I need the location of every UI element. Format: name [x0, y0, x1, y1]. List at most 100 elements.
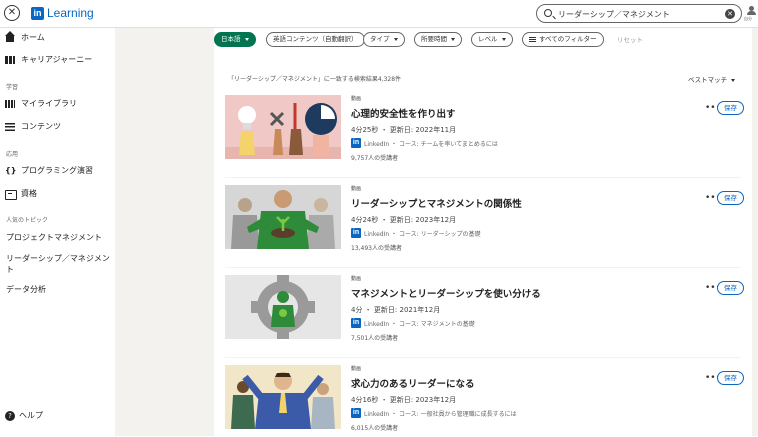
level-filter[interactable]: レベル — [471, 32, 513, 47]
search-box[interactable]: ✕ — [536, 4, 742, 23]
course-card[interactable]: 動画 マネジメントとリーダーシップを使い分ける 4分 ・ 更新日: 2021年1… — [225, 275, 744, 358]
learner-count: 9,757人の受講者 — [351, 155, 399, 162]
search-results: 「リーダーシップ／マネジメント」に一致する検索結果4,328件 ベストマッチ 動… — [214, 52, 752, 436]
level-filter-label: レベル — [478, 35, 498, 43]
course-title[interactable]: 心理的安全性を作り出す — [351, 106, 456, 120]
code-icon: {} — [5, 165, 17, 175]
save-button[interactable]: 保存 — [717, 191, 744, 205]
sort-label: ベストマッチ — [688, 76, 728, 84]
home-icon — [5, 30, 17, 43]
all-filters-label: すべてのフィルター — [539, 35, 597, 43]
auto-translated-filter[interactable]: 英語コンテンツ（自動翻訳） — [266, 32, 365, 47]
sidebar-item-career[interactable]: キャリアジャーニー — [5, 54, 92, 65]
course-provider: in LinkedIn ・ コース: 一般社員から管理職に成長するには — [351, 408, 517, 418]
chevron-down-icon — [244, 37, 249, 41]
left-gutter — [115, 28, 214, 436]
divider — [225, 177, 741, 178]
sidebar-item-label: ヘルプ — [19, 411, 43, 420]
chevron-down-icon — [731, 78, 736, 82]
sidebar-item-contents[interactable]: コンテンツ — [5, 121, 61, 132]
sidebar-section-practice: 応用 — [6, 151, 19, 158]
sidebar-section-topics: 人気のトピック — [6, 217, 49, 224]
filter-bar: 日本語 英語コンテンツ（自動翻訳） タイプ 所要時間 レベル すべてのフィルター… — [214, 28, 752, 52]
search-icon — [544, 9, 552, 17]
map-icon — [5, 55, 17, 65]
sidebar-item-label: プログラミング演習 — [21, 166, 93, 175]
sidebar-item-help[interactable]: ? ヘルプ — [5, 410, 43, 421]
filter-icon — [529, 36, 536, 42]
certificate-icon — [5, 189, 17, 200]
course-type: 動画 — [351, 276, 362, 282]
course-card[interactable]: 動画 心理的安全性を作り出す 4分25秒 ・ 更新日: 2022年11月 in … — [225, 95, 744, 178]
sidebar-item-coding-practice[interactable]: {} プログラミング演習 — [5, 165, 93, 176]
course-card[interactable]: 動画 求心力のあるリーダーになる 4分16秒 ・ 更新日: 2023年12月 i… — [225, 365, 744, 437]
course-type: 動画 — [351, 186, 362, 192]
course-title[interactable]: 求心力のあるリーダーになる — [351, 376, 475, 390]
course-thumbnail[interactable] — [225, 275, 341, 339]
linkedin-icon: in — [351, 228, 361, 238]
results-summary: 「リーダーシップ／マネジメント」に一致する検索結果4,328件 — [228, 76, 402, 83]
provider-text: LinkedIn ・ コース: チームを率いてまとめるには — [364, 140, 498, 148]
divider — [225, 267, 741, 268]
provider-text: LinkedIn ・ コース: 一般社員から管理職に成長するには — [364, 410, 517, 418]
sidebar-item-label: マイライブラリ — [21, 99, 77, 108]
sidebar-item-certificates[interactable]: 資格 — [5, 188, 37, 200]
course-title[interactable]: マネジメントとリーダーシップを使い分ける — [351, 286, 541, 300]
divider — [225, 357, 741, 358]
sort-dropdown[interactable]: ベストマッチ — [688, 74, 736, 84]
auto-translated-filter-label: 英語コンテンツ（自動翻訳） — [273, 35, 358, 43]
duration-filter-label: 所要時間 — [421, 35, 447, 43]
reset-button[interactable]: リセット — [617, 34, 643, 44]
sidebar-topic-data-analysis[interactable]: データ分析 — [6, 284, 46, 295]
search-input[interactable] — [558, 7, 718, 21]
all-filters-button[interactable]: すべてのフィルター — [522, 32, 604, 47]
sidebar-item-label: コンテンツ — [21, 122, 61, 131]
sidebar-item-home[interactable]: ホーム — [5, 30, 45, 43]
duration-filter[interactable]: 所要時間 — [414, 32, 462, 47]
course-provider: in LinkedIn ・ コース: マネジメントの基礎 — [351, 318, 475, 328]
course-provider: in LinkedIn ・ コース: チームを率いてまとめるには — [351, 138, 498, 148]
learner-count: 13,493人の受講者 — [351, 245, 402, 252]
course-type: 動画 — [351, 96, 362, 102]
course-card[interactable]: 動画 リーダーシップとマネジメントの関係性 4分24秒 ・ 更新日: 2023年… — [225, 185, 744, 268]
clear-search-icon[interactable]: ✕ — [725, 9, 735, 19]
course-thumbnail[interactable] — [225, 95, 341, 159]
logo-mark: in — [31, 6, 44, 20]
sidebar-item-label: ホーム — [21, 33, 45, 42]
course-meta: 4分 ・ 更新日: 2021年12月 — [351, 306, 441, 314]
sidebar-topic-leadership[interactable]: リーダーシップ／マネジメント — [6, 253, 111, 275]
logo-text: Learning — [47, 6, 94, 20]
type-filter[interactable]: タイプ — [363, 32, 405, 47]
sidebar-item-label: キャリアジャーニー — [21, 55, 93, 64]
close-icon[interactable]: ✕ — [4, 5, 20, 21]
save-button[interactable]: 保存 — [717, 101, 744, 115]
course-type: 動画 — [351, 366, 362, 372]
help-icon: ? — [5, 410, 15, 421]
course-title[interactable]: リーダーシップとマネジメントの関係性 — [351, 196, 522, 210]
language-filter-label: 日本語 — [221, 35, 241, 43]
course-thumbnail[interactable] — [225, 185, 341, 249]
save-button[interactable]: 保存 — [717, 371, 744, 385]
course-provider: in LinkedIn ・ コース: リーダーシップの基礎 — [351, 228, 480, 238]
provider-text: LinkedIn ・ コース: リーダーシップの基礎 — [364, 230, 481, 238]
chevron-down-icon — [501, 37, 506, 41]
list-icon — [5, 122, 17, 132]
sidebar-item-my-library[interactable]: マイライブラリ — [5, 98, 77, 109]
type-filter-label: タイプ — [370, 35, 390, 43]
top-header: ✕ in Learning ✕ 自分 — [0, 0, 758, 28]
language-filter[interactable]: 日本語 — [214, 32, 256, 47]
course-thumbnail[interactable] — [225, 365, 341, 429]
course-meta: 4分24秒 ・ 更新日: 2023年12月 — [351, 216, 457, 224]
library-icon — [5, 99, 17, 109]
learner-count: 7,501人の受講者 — [351, 335, 399, 342]
chevron-down-icon — [451, 37, 455, 41]
linkedin-icon: in — [351, 318, 361, 328]
learner-count: 6,015人の受講者 — [351, 425, 399, 432]
user-label[interactable]: 自分 — [744, 16, 752, 22]
user-avatar-icon[interactable] — [746, 6, 756, 15]
chevron-down-icon — [393, 37, 398, 41]
linkedin-learning-logo[interactable]: in Learning — [31, 6, 94, 20]
sidebar-topic-project-management[interactable]: プロジェクトマネジメント — [6, 232, 102, 243]
save-button[interactable]: 保存 — [717, 281, 744, 295]
course-meta: 4分16秒 ・ 更新日: 2023年12月 — [351, 396, 457, 404]
